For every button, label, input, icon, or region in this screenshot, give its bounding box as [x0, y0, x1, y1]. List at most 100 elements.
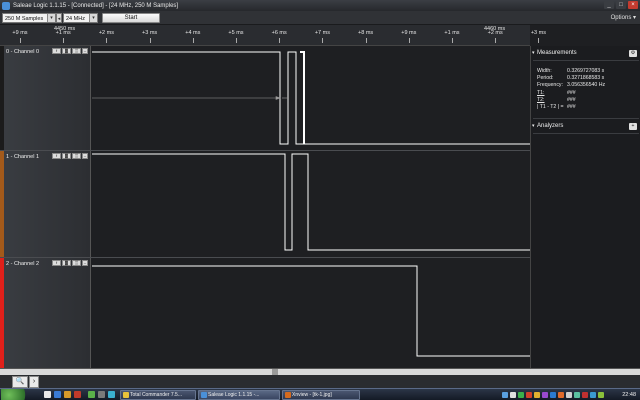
timeline-tick-mark — [149, 38, 151, 43]
tray-shield-icon[interactable] — [518, 392, 524, 398]
minimize-button[interactable]: _ — [604, 1, 614, 9]
panel-divider — [533, 60, 639, 61]
timeline-tick-label: +9 ms — [401, 30, 417, 36]
tray-volume-icon[interactable] — [510, 392, 516, 398]
channel-buttons: f ▓ ▒ – — [52, 48, 88, 54]
quicklaunch-icon[interactable] — [54, 391, 61, 398]
timeline-tick-label: +1 ms — [444, 30, 460, 36]
maximize-button[interactable]: □ — [616, 1, 626, 9]
tray-app-icon[interactable] — [542, 392, 548, 398]
timeline-tick-mark — [495, 38, 497, 43]
measurement-width-label: Width: — [537, 68, 552, 74]
channel-trigger-rise-button[interactable]: ▓ — [62, 153, 71, 159]
measurement-delta-value: ### — [567, 104, 576, 110]
close-button[interactable]: × — [628, 1, 638, 9]
channel-header-1[interactable]: 1 - Channel 1 f ▓ ▒ – — [0, 151, 91, 257]
taskbar-item-xnview[interactable]: Xnview - [tk-1.jpg] — [282, 390, 360, 400]
measurement-frequency-value: 3.056356540 Hz — [567, 82, 606, 88]
secondary-tab[interactable]: › — [29, 376, 39, 388]
tray-network-icon[interactable] — [502, 392, 508, 398]
quicklaunch-icon[interactable] — [64, 391, 71, 398]
window-controls: _ □ × — [604, 1, 638, 9]
timeline-tick-mark — [538, 38, 540, 43]
xnview-icon — [285, 392, 291, 398]
window-title: Saleae Logic 1.1.15 - [Connected] - [24 … — [13, 2, 179, 9]
timeline-tick-label: +1 ms — [55, 30, 71, 36]
tray-app-icon[interactable] — [558, 392, 564, 398]
channel-trigger-f-button[interactable]: f — [52, 153, 61, 159]
channel-trigger-fall-button[interactable]: ▒ — [72, 48, 81, 54]
channel-trigger-rise-button[interactable]: ▓ — [62, 48, 71, 54]
measurement-period-label: Period: — [537, 75, 554, 81]
channel-trigger-f-button[interactable]: f — [52, 48, 61, 54]
taskbar-clock[interactable]: 22:48 — [622, 390, 636, 400]
measurement-t2-label[interactable]: T2: — [537, 97, 545, 103]
saleae-icon — [201, 392, 207, 398]
quicklaunch-icon[interactable] — [74, 391, 81, 398]
timeline-tick-mark — [236, 38, 237, 43]
measurement-t1-label[interactable]: T1: — [537, 90, 545, 96]
taskbar-item-label: Xnview - [tk-1.jpg] — [292, 392, 332, 398]
panel-divider — [533, 118, 639, 119]
timeline-tick-mark — [63, 38, 65, 43]
channel-header-0[interactable]: 0 - Channel 0 f ▓ ▒ – — [0, 46, 91, 150]
quicklaunch-icon[interactable] — [98, 391, 105, 398]
search-tab[interactable]: 🔍 — [12, 376, 28, 388]
taskbar-item-saleae[interactable]: Saleae Logic 1.1.15 -... — [198, 390, 280, 400]
tray-app-icon[interactable] — [550, 392, 556, 398]
timeline-tick-label: +6 ms — [271, 30, 287, 36]
rate-spin-button[interactable]: ◂ — [56, 13, 62, 23]
options-button[interactable]: Options ▾ — [611, 14, 636, 21]
start-button[interactable]: Start — [102, 13, 160, 23]
timeline-ruler[interactable]: 4450 ms 4460 ms +9 ms +1 ms +2 ms +3 ms +4 m… — [0, 25, 546, 46]
samples-dropdown[interactable]: 250 M Samples ▾ — [2, 13, 56, 23]
collapse-triangle-icon[interactable]: ▾ — [532, 48, 535, 59]
measurement-width-value: 0.3269727083 s — [567, 68, 605, 74]
quicklaunch-icon[interactable] — [44, 391, 51, 398]
quicklaunch-icon[interactable] — [108, 391, 115, 398]
tray-app-icon[interactable] — [590, 392, 596, 398]
tray-app-icon[interactable] — [526, 392, 532, 398]
tray-app-icon[interactable] — [574, 392, 580, 398]
horizontal-scrollbar[interactable] — [0, 369, 640, 375]
measurements-title: Measurements — [537, 50, 577, 56]
collapse-triangle-icon[interactable]: ▾ — [532, 121, 535, 132]
channel-options-button[interactable]: – — [82, 48, 88, 54]
start-orb-icon[interactable] — [1, 389, 31, 400]
gear-icon[interactable]: ⚙ — [629, 50, 637, 57]
channel-color-strip — [0, 46, 4, 150]
tray-app-icon[interactable] — [534, 392, 540, 398]
timeline-tick-label: +2 ms — [98, 30, 114, 36]
channel-area[interactable]: 0 - Channel 0 f ▓ ▒ – 1 - Channel 1 f ▓ … — [0, 46, 530, 368]
tray-app-icon[interactable] — [598, 392, 604, 398]
measurements-header[interactable]: ▾ Measurements ⚙ — [531, 48, 640, 59]
search-icon: 🔍 — [15, 378, 25, 385]
tray-app-icon[interactable] — [582, 392, 588, 398]
timeline-tick-mark — [20, 38, 21, 43]
channel-row-2: 2 - Channel 2 f ▓ ▒ – — [0, 258, 530, 368]
channel-trigger-f-button[interactable]: f — [52, 260, 61, 266]
channel-color-strip — [0, 151, 4, 257]
channel-trigger-rise-button[interactable]: ▓ — [62, 260, 71, 266]
scrollbar-thumb[interactable] — [272, 369, 278, 375]
channel-header-2[interactable]: 2 - Channel 2 f ▓ ▒ – — [0, 258, 91, 368]
channel-row-0: 0 - Channel 0 f ▓ ▒ – — [0, 46, 530, 150]
tray-app-icon[interactable] — [566, 392, 572, 398]
toolbar: 250 M Samples ▾ ◂ 24 MHz ▾ Start Options… — [0, 11, 640, 25]
quicklaunch-icon[interactable] — [88, 391, 95, 398]
channel-color-strip — [0, 258, 4, 368]
chevron-down-icon[interactable]: ▾ — [89, 14, 97, 22]
rate-dropdown[interactable]: 24 MHz ▾ — [63, 13, 98, 23]
channel-options-button[interactable]: – — [82, 153, 88, 159]
channel-trigger-fall-button[interactable]: ▒ — [72, 260, 81, 266]
channel-label: 1 - Channel 1 — [6, 154, 40, 160]
channel-trigger-fall-button[interactable]: ▒ — [72, 153, 81, 159]
taskbar-item-total-commander[interactable]: Total Commander 7.5... — [120, 390, 196, 400]
timeline-tick-mark — [452, 38, 453, 43]
channel-options-button[interactable]: – — [82, 260, 88, 266]
analyzers-header[interactable]: ▾ Analyzers + — [531, 121, 640, 132]
add-analyzer-icon[interactable]: + — [629, 123, 637, 130]
chevron-down-icon[interactable]: ▾ — [47, 14, 55, 22]
timeline-tick-label: +3 ms — [530, 30, 546, 36]
measurement-t2-value: ### — [567, 97, 576, 103]
